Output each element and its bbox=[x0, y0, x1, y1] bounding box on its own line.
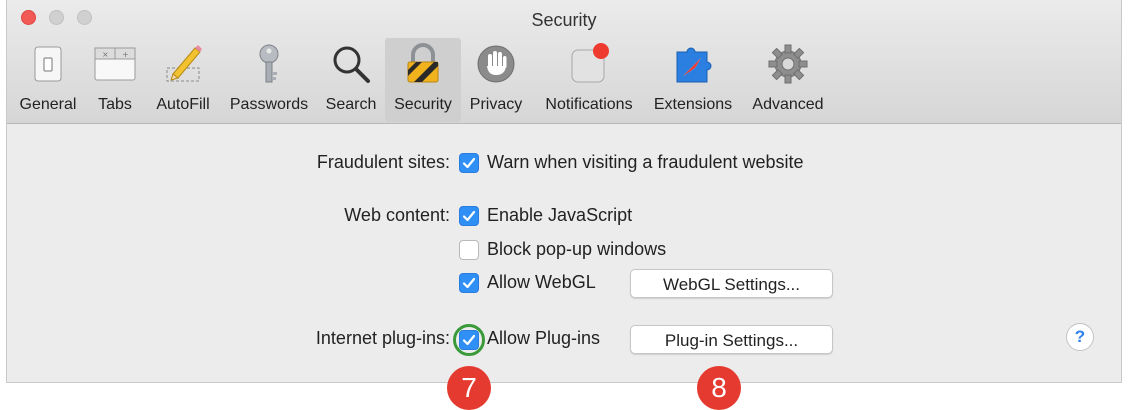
svg-text:+: + bbox=[122, 50, 129, 59]
webgl-settings-button[interactable]: WebGL Settings... bbox=[630, 269, 833, 298]
toolbar-label-extensions: Extensions bbox=[653, 96, 733, 113]
hand-icon bbox=[477, 45, 515, 83]
window-titlebar: Security General × + Tabs AutoFill Passw… bbox=[7, 0, 1121, 124]
toolbar-item-security[interactable]: Security bbox=[385, 38, 461, 122]
autofill-pencil-icon bbox=[166, 45, 202, 82]
toolbar-item-notifications[interactable]: Notifications bbox=[537, 38, 641, 122]
toolbar-item-search[interactable]: Search bbox=[319, 38, 383, 122]
toolbar-label-general: General bbox=[19, 96, 77, 113]
tabs-icon: × + bbox=[94, 47, 136, 81]
notification-badge-icon bbox=[571, 43, 609, 83]
block-popups-checkbox[interactable] bbox=[459, 240, 479, 260]
allow-webgl-checkbox[interactable] bbox=[459, 273, 479, 293]
magnifier-icon bbox=[333, 46, 370, 83]
allow-plugins-label[interactable]: Allow Plug-ins bbox=[487, 328, 600, 349]
block-popups-label[interactable]: Block pop-up windows bbox=[487, 239, 666, 260]
safari-preferences-window: Security General × + Tabs AutoFill Passw… bbox=[6, 0, 1122, 383]
toolbar-label-privacy: Privacy bbox=[469, 96, 523, 113]
toolbar-label-tabs: Tabs bbox=[98, 96, 132, 113]
fraudulent-warning-label[interactable]: Warn when visiting a fraudulent website bbox=[487, 152, 804, 173]
web-content-label: Web content: bbox=[344, 205, 450, 225]
toolbar-item-passwords[interactable]: Passwords bbox=[223, 38, 315, 122]
toolbar-item-advanced[interactable]: Advanced bbox=[747, 38, 829, 122]
puzzle-compass-icon bbox=[676, 47, 712, 83]
toolbar-label-autofill: AutoFill bbox=[156, 96, 210, 113]
svg-text:×: × bbox=[102, 50, 109, 59]
gear-icon bbox=[768, 44, 808, 84]
general-icon bbox=[34, 46, 62, 82]
toolbar-item-extensions[interactable]: Extensions bbox=[647, 38, 739, 122]
allow-plugins-highlight-ring bbox=[453, 324, 485, 356]
toolbar-item-privacy[interactable]: Privacy bbox=[463, 38, 529, 122]
checkmark-icon bbox=[462, 157, 476, 169]
plugin-settings-button[interactable]: Plug-in Settings... bbox=[630, 325, 833, 354]
toolbar-label-advanced: Advanced bbox=[752, 96, 824, 113]
toolbar-item-general[interactable]: General bbox=[11, 38, 85, 122]
toolbar-label-passwords: Passwords bbox=[229, 96, 309, 113]
allow-webgl-label[interactable]: Allow WebGL bbox=[487, 272, 596, 293]
enable-javascript-checkbox[interactable] bbox=[459, 206, 479, 226]
checkmark-icon bbox=[462, 277, 476, 289]
key-icon bbox=[259, 44, 279, 83]
toolbar-item-autofill[interactable]: AutoFill bbox=[147, 38, 219, 122]
help-button[interactable]: ? bbox=[1066, 323, 1094, 351]
toolbar-label-search: Search bbox=[325, 96, 377, 113]
callout-badge-7: 7 bbox=[447, 366, 491, 410]
toolbar-label-notifications: Notifications bbox=[545, 96, 633, 113]
toolbar-label-security: Security bbox=[394, 96, 452, 113]
checkmark-icon bbox=[462, 210, 476, 222]
window-title: Security bbox=[531, 10, 597, 30]
toolbar-item-tabs[interactable]: × + Tabs bbox=[89, 38, 141, 122]
fraudulent-warning-checkbox[interactable] bbox=[459, 153, 479, 173]
internet-plugins-label: Internet plug-ins: bbox=[315, 328, 450, 348]
padlock-icon bbox=[407, 43, 439, 83]
fraudulent-sites-label: Fraudulent sites: bbox=[316, 152, 450, 172]
enable-javascript-label[interactable]: Enable JavaScript bbox=[487, 205, 632, 226]
callout-badge-8: 8 bbox=[697, 366, 741, 410]
